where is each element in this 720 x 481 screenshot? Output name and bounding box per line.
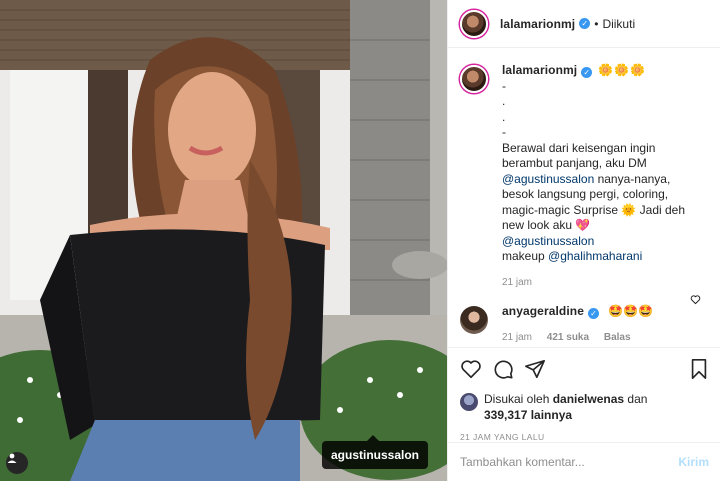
likes-text: Disukai oleh danielwenas dan 339,317 lai… xyxy=(484,392,647,423)
verified-badge-icon: ✓ xyxy=(588,308,600,319)
photo-image xyxy=(0,0,447,481)
caption-time[interactable]: 21 jam xyxy=(502,277,532,288)
reply-button[interactable]: Balas xyxy=(604,332,631,343)
verified-badge-icon: ✓ xyxy=(581,67,593,78)
caption-username[interactable]: lalamarionmj xyxy=(502,63,577,77)
post-timestamp[interactable]: 21 JAM YANG LALU xyxy=(460,432,709,442)
comment-input[interactable] xyxy=(460,455,679,469)
share-send-icon[interactable] xyxy=(524,358,546,380)
likes-summary: Disukai oleh danielwenas dan 339,317 lai… xyxy=(460,392,709,423)
verified-badge-icon: ✓ xyxy=(579,18,591,29)
caption-dash-3: . xyxy=(502,109,506,124)
tagged-users-button[interactable] xyxy=(6,452,28,474)
commenter-avatar[interactable] xyxy=(460,306,488,334)
header-separator: • xyxy=(594,16,599,31)
caption-body-1: Berawal dari keisengan ingin berambut pa… xyxy=(502,140,656,171)
caption-avatar[interactable] xyxy=(460,65,488,93)
likes-middle: dan xyxy=(624,392,648,406)
comment-bubble-icon[interactable] xyxy=(492,358,514,380)
caption-flowers: 🌼🌼🌼 xyxy=(598,63,647,77)
comment-time[interactable]: 21 jam xyxy=(502,332,532,343)
comment-row: anyageraldine ✓ 🤩🤩🤩 21 jam 421 suka Balas xyxy=(460,304,709,345)
post-photo[interactable]: agustinussalon xyxy=(0,0,447,481)
caption-row: lalamarionmj ✓ 🌼🌼🌼 - . . - Berawal dari ke… xyxy=(460,63,709,290)
likes-prefix: Disukai oleh xyxy=(484,392,553,406)
caption-dash-2: . xyxy=(502,94,506,108)
like-heart-icon[interactable] xyxy=(460,358,482,380)
tag-label-agustinussalon[interactable]: agustinussalon xyxy=(322,435,429,469)
user-icon xyxy=(7,453,17,463)
comment-like-heart-icon[interactable] xyxy=(690,294,701,305)
bookmark-save-icon[interactable] xyxy=(689,358,709,380)
add-comment-bar: Kirim xyxy=(448,442,720,481)
likes-count[interactable]: 339,317 lainnya xyxy=(484,408,572,422)
comment-text: anyageraldine ✓ 🤩🤩🤩 21 jam 421 suka Balas xyxy=(502,304,702,345)
caption-dash-4: - xyxy=(502,125,506,139)
comments-section: lalamarionmj ✓ 🌼🌼🌼 - . . - Berawal dari ke… xyxy=(448,49,720,346)
comment-body: 🤩🤩🤩 xyxy=(608,304,654,318)
caption-text: lalamarionmj ✓ 🌼🌼🌼 - . . - Berawal dari ke… xyxy=(502,63,702,290)
commenter-username[interactable]: anyageraldine xyxy=(502,304,584,318)
heart-emoji: 💖 xyxy=(575,218,591,232)
action-icons xyxy=(460,357,709,381)
caption-body-4: makeup xyxy=(502,249,549,263)
comment-meta: 21 jam 421 suka Balas xyxy=(502,330,702,346)
mention-link[interactable]: @agustinussalon xyxy=(502,172,594,186)
author-username[interactable]: lalamarionmj xyxy=(500,17,575,31)
comment-likes[interactable]: 421 suka xyxy=(547,332,589,343)
post-comment-button[interactable]: Kirim xyxy=(678,455,709,469)
caption-meta: 21 jam xyxy=(502,275,702,291)
post-actions: Disukai oleh danielwenas dan 339,317 lai… xyxy=(448,347,720,442)
liker-username[interactable]: danielwenas xyxy=(553,392,624,406)
mention-link[interactable]: @ghalihmaharani xyxy=(548,249,642,263)
follow-status-button[interactable]: Diikuti xyxy=(602,17,635,31)
liker-avatar[interactable] xyxy=(460,393,478,411)
post-side-panel: lalamarionmj ✓ • Diikuti lalamarionmj ✓ 🌼🌼… xyxy=(447,0,720,481)
author-avatar[interactable] xyxy=(460,9,488,38)
sun-emoji: 🌞 xyxy=(621,202,637,217)
caption-dash-1: - xyxy=(502,78,506,93)
post-header: lalamarionmj ✓ • Diikuti xyxy=(448,0,720,48)
mention-link[interactable]: @agustinussalon xyxy=(502,234,594,248)
